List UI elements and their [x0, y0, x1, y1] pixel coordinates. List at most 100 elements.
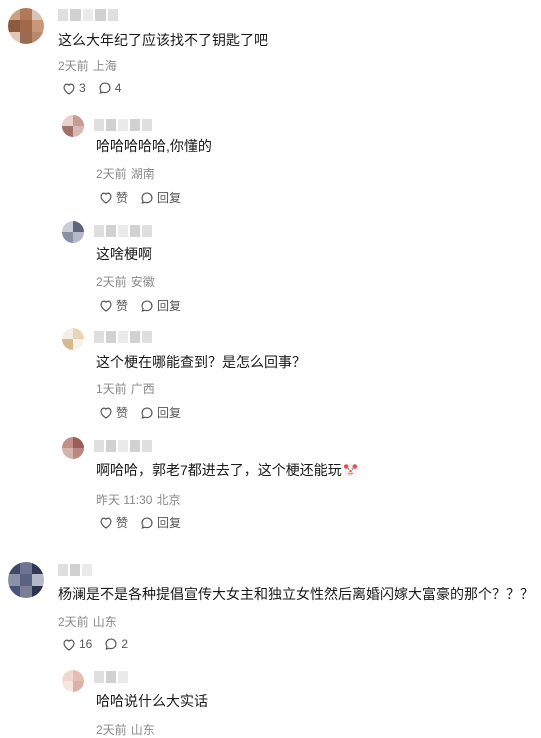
avatar[interactable] — [62, 115, 84, 137]
comment-actions: 3 4 — [62, 81, 121, 95]
avatar-pixel — [62, 339, 73, 350]
reply-location: 湖南 — [130, 167, 155, 181]
reply-meta: 2天前 湖南 — [96, 165, 155, 182]
username-blurred[interactable] — [94, 671, 128, 683]
avatar[interactable] — [8, 562, 44, 598]
comment-text: 这么大年纪了应该找不了钥匙了吧 — [58, 32, 268, 48]
like-label: 赞 — [116, 191, 129, 205]
avatar-pixel — [32, 8, 44, 20]
like-button[interactable]: 赞 — [99, 514, 128, 531]
avatar-pixel — [62, 126, 73, 137]
avatar-pixel — [62, 670, 73, 681]
avatar-pixel — [20, 32, 32, 44]
like-button[interactable]: 16 — [62, 637, 92, 651]
like-count: 16 — [79, 637, 93, 651]
reply-text-content: 啊哈哈，郭老7都进去了，这个梗还能玩 — [96, 462, 342, 478]
avatar-pixel — [73, 681, 84, 692]
reply-meta: 1天前 广西 — [96, 380, 155, 397]
reply-text: 啊哈哈，郭老7都进去了，这个梗还能玩 — [96, 460, 358, 480]
reply-button[interactable]: 回复 — [140, 514, 181, 531]
avatar-pixel — [8, 574, 20, 586]
reply-time: 2天前 — [96, 275, 127, 289]
comment-meta: 2天前 山东 — [58, 613, 117, 630]
reply-label: 回复 — [157, 516, 182, 530]
reply-location: 广西 — [130, 382, 155, 396]
reply-text: 这个梗在哪能查到？是怎么回事？ — [96, 354, 306, 370]
username-blurred[interactable] — [58, 9, 119, 21]
comment-location: 上海 — [92, 59, 117, 73]
comment-item: 这么大年纪了应该找不了钥匙了吧 2天前 上海 3 4 — [0, 0, 541, 105]
avatar-pixel — [73, 126, 84, 137]
reply-text: 哈哈哈哈哈,你懂的 — [96, 138, 212, 154]
comment-actions: 16 2 — [62, 637, 128, 651]
speech-bubble-icon — [99, 82, 111, 94]
reply-button[interactable]: 2 — [104, 637, 128, 651]
comment-item: 杨澜是不是各种提倡宣传大女主和独立女性然后离婚闪嫁大富豪的那个？？？ 2天前 山东… — [0, 555, 541, 660]
username-blurred[interactable] — [94, 440, 152, 452]
like-count: 3 — [79, 81, 86, 95]
reply-label: 回复 — [157, 406, 182, 420]
reply-actions: 赞 回复 — [99, 189, 181, 206]
avatar-pixel — [32, 574, 44, 586]
like-button[interactable]: 3 — [62, 81, 86, 95]
username-blurred[interactable] — [94, 331, 152, 343]
avatar-pixel — [62, 328, 73, 339]
like-button[interactable]: 赞 — [99, 189, 128, 206]
avatar-pixel — [8, 32, 20, 44]
avatar-pixel — [73, 115, 84, 126]
comment-meta: 2天前 上海 — [58, 57, 117, 74]
avatar[interactable] — [62, 437, 84, 459]
like-button[interactable]: 赞 — [99, 404, 128, 421]
avatar-pixel — [8, 8, 20, 20]
clown-face-icon — [343, 464, 357, 477]
avatar-pixel — [73, 328, 84, 339]
avatar[interactable] — [62, 670, 84, 692]
reply-item: 这啥梗啊 2天前 安徽 赞 回复 — [0, 218, 541, 318]
avatar[interactable] — [8, 8, 44, 44]
like-label: 赞 — [116, 516, 129, 530]
speech-bubble-icon — [141, 406, 153, 419]
heart-outline-icon — [100, 517, 112, 529]
username-blurred[interactable] — [94, 119, 152, 131]
avatar[interactable] — [62, 328, 84, 350]
avatar-pixel — [73, 221, 84, 232]
avatar-pixel — [20, 562, 32, 574]
avatar-pixel — [32, 20, 44, 32]
reply-time: 2天前 — [96, 723, 127, 737]
avatar-pixel — [32, 32, 44, 44]
comment-time: 2天前 — [58, 615, 89, 629]
avatar[interactable] — [62, 221, 84, 243]
avatar-pixel — [32, 562, 44, 574]
avatar-pixel — [73, 670, 84, 681]
reply-label: 回复 — [157, 191, 182, 205]
avatar-pixel — [8, 562, 20, 574]
reply-text: 这啥梗啊 — [96, 246, 152, 262]
reply-button[interactable]: 回复 — [140, 189, 181, 206]
reply-button[interactable]: 回复 — [140, 404, 181, 421]
avatar-pixel — [73, 339, 84, 350]
reply-time: 2天前 — [96, 167, 127, 181]
reply-button[interactable]: 4 — [98, 81, 121, 95]
avatar-pixel — [73, 232, 84, 243]
avatar-pixel — [20, 574, 32, 586]
heart-outline-icon — [63, 639, 75, 651]
avatar-pixel — [32, 586, 44, 598]
avatar-pixel — [8, 20, 20, 32]
reply-item: 啊哈哈，郭老7都进去了，这个梗还能玩 昨天 11:30 北京 赞 回复 — [0, 432, 541, 537]
avatar-pixel — [62, 681, 73, 692]
speech-bubble-icon — [105, 638, 117, 650]
like-label: 赞 — [116, 406, 129, 420]
comment-text: 杨澜是不是各种提倡宣传大女主和独立女性然后离婚闪嫁大富豪的那个？？？ — [58, 586, 534, 602]
comment-location: 山东 — [92, 615, 117, 629]
like-button[interactable]: 赞 — [99, 297, 128, 314]
username-blurred[interactable] — [94, 225, 152, 237]
reply-meta: 昨天 11:30 北京 — [96, 491, 181, 508]
avatar-pixel — [20, 8, 32, 20]
avatar-pixel — [20, 586, 32, 598]
reply-actions: 赞 回复 — [99, 404, 181, 421]
heart-outline-icon — [63, 83, 75, 95]
reply-location: 山东 — [130, 723, 155, 737]
reply-button[interactable]: 回复 — [140, 297, 181, 314]
username-blurred[interactable] — [58, 564, 92, 576]
reply-time: 昨天 11:30 — [96, 493, 153, 507]
